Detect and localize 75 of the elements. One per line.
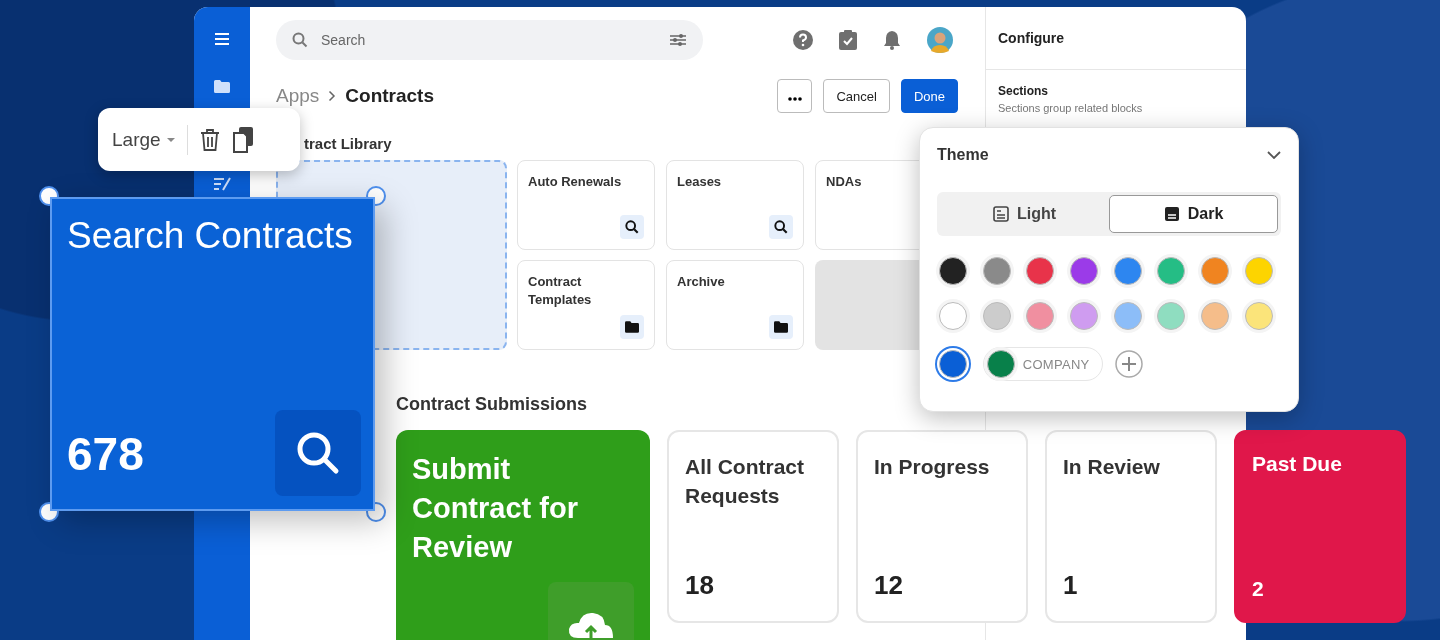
color-swatch[interactable]: [1070, 257, 1099, 285]
help-icon[interactable]: [793, 30, 813, 50]
card-title: All Contract Requests: [685, 454, 805, 509]
page-title: Contracts: [345, 85, 434, 107]
filter-icon[interactable]: [669, 33, 687, 47]
color-swatch[interactable]: [939, 257, 967, 285]
chevron-right-icon: [328, 90, 337, 102]
cloud-upload-icon: [568, 612, 614, 638]
menu-icon[interactable]: [214, 32, 230, 46]
color-swatch[interactable]: [1244, 302, 1273, 330]
stat-card[interactable]: In Review 1: [1045, 430, 1217, 623]
color-swatch[interactable]: [1026, 257, 1055, 285]
card-title: Submit Contract for Review: [412, 452, 579, 565]
folder-icon[interactable]: [214, 80, 230, 93]
card-count: 678: [67, 427, 144, 481]
section-description: Sections group related blocks: [998, 102, 1144, 114]
library-tile[interactable]: Contract Templates: [517, 260, 655, 350]
color-swatch[interactable]: [1244, 257, 1273, 285]
chevron-down-icon[interactable]: [1267, 151, 1281, 159]
bell-icon[interactable]: [883, 30, 901, 50]
clipboard-check-icon[interactable]: [839, 30, 857, 50]
copy-icon[interactable]: [231, 125, 254, 154]
mode-option[interactable]: Dark: [1109, 195, 1278, 233]
card-count: 1: [1063, 570, 1079, 601]
color-swatch[interactable]: [1157, 257, 1186, 285]
stat-card[interactable]: In Progress 12: [856, 430, 1028, 623]
color-swatch[interactable]: [1201, 257, 1230, 285]
color-swatch[interactable]: [1026, 302, 1055, 330]
color-swatch[interactable]: [1113, 257, 1142, 285]
size-dropdown[interactable]: Large: [112, 128, 175, 151]
search-button[interactable]: [275, 410, 361, 496]
card-count: 2: [1252, 577, 1265, 601]
color-swatch[interactable]: [982, 257, 1011, 285]
featured-card[interactable]: Search Contracts 678: [50, 197, 375, 511]
cancel-button[interactable]: Cancel: [823, 79, 890, 113]
search-icon: [292, 32, 308, 48]
search-icon: [296, 431, 340, 475]
more-button[interactable]: [777, 79, 813, 113]
stat-card[interactable]: All Contract Requests 18: [667, 430, 839, 623]
card-title: In Review: [1063, 454, 1161, 480]
folder-icon: [625, 321, 639, 333]
color-swatch[interactable]: [1201, 302, 1230, 330]
search-icon: [625, 220, 639, 234]
light-layout-icon: [992, 206, 1009, 222]
search-field[interactable]: Search: [276, 20, 703, 60]
library-tile[interactable]: Archive: [666, 260, 804, 350]
add-icon[interactable]: [1113, 349, 1144, 379]
breadcrumb-link[interactable]: Apps: [276, 85, 320, 107]
folder-icon: [774, 321, 788, 333]
dark-layout-icon: [1163, 206, 1180, 222]
caret-icon: [166, 137, 175, 142]
card-title: In Progress: [874, 454, 991, 480]
search-icon: [774, 220, 788, 234]
card-title: Search Contracts: [67, 215, 353, 257]
color-swatch[interactable]: [1113, 302, 1142, 330]
panel-title: Configure: [986, 7, 1246, 70]
card-count: 18: [685, 570, 715, 601]
color-swatch[interactable]: [1070, 302, 1099, 330]
edit-list-icon[interactable]: [213, 177, 231, 191]
avatar[interactable]: [927, 27, 953, 53]
section-title: Contract Submissions: [396, 394, 589, 415]
library-tile[interactable]: Auto Renewals: [517, 160, 655, 250]
color-swatch[interactable]: [1157, 302, 1186, 330]
color-swatch[interactable]: [939, 302, 967, 330]
done-button[interactable]: Done: [900, 79, 958, 113]
trash-icon[interactable]: [199, 127, 220, 152]
library-tile[interactable]: Leases: [666, 160, 804, 250]
card-title: Past Due: [1252, 452, 1343, 476]
stat-card[interactable]: Past Due 2: [1234, 430, 1406, 623]
section-heading: Sections: [998, 84, 1049, 98]
more-icon: [787, 96, 802, 101]
color-swatch[interactable]: [939, 350, 967, 378]
card-count: 12: [874, 570, 904, 601]
section-title: tract Library: [304, 135, 392, 154]
color-swatch[interactable]: [982, 302, 1011, 330]
